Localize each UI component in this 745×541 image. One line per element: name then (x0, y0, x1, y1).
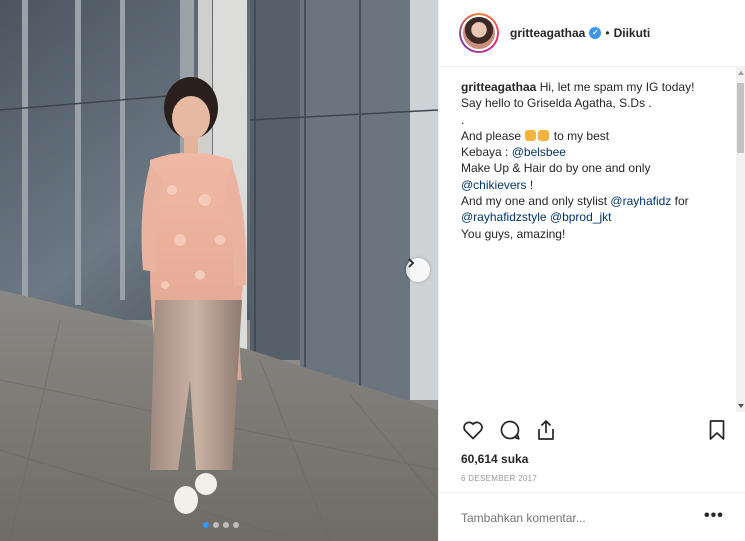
like-count[interactable]: 60,614 suka (461, 452, 528, 466)
caption-line: for (674, 194, 689, 209)
caption-line: And please (461, 128, 522, 143)
post-header: gritteagathaa ✓ • Diikuti (439, 0, 745, 67)
heart-icon (463, 421, 483, 440)
scrollbar-thumb[interactable] (737, 83, 744, 153)
verified-badge-icon: ✓ (589, 27, 602, 39)
share-button[interactable] (534, 418, 558, 447)
share-icon (538, 420, 554, 440)
post-date[interactable]: 6 DESEMBER 2017 (461, 474, 537, 483)
comment-button[interactable] (498, 418, 522, 447)
like-button[interactable] (461, 418, 485, 447)
comment-bar: ••• (439, 492, 745, 541)
caption-line: . (461, 112, 465, 127)
caption-username[interactable]: gritteagathaa (461, 80, 536, 94)
comments-scrollbar[interactable] (736, 67, 745, 412)
header-separator: • (605, 26, 610, 40)
follow-button[interactable]: Diikuti (614, 26, 651, 40)
caption-line: Kebaya : (461, 145, 509, 160)
photo-illustration (0, 0, 438, 541)
bookmark-icon (709, 420, 725, 440)
chevron-right-icon (408, 258, 415, 268)
carousel-dot (213, 522, 219, 528)
carousel-indicator (203, 522, 239, 528)
mention-link[interactable]: @rayhafidzstyle (461, 210, 547, 224)
caption-line: Make Up & Hair do by one and only (461, 161, 651, 176)
post-caption: gritteagathaa Hi, let me spam my IG toda… (461, 79, 736, 242)
carousel-dot (233, 522, 239, 528)
comment-icon (500, 420, 520, 440)
mention-link[interactable]: @belsbee (512, 145, 566, 159)
caption-line: You guys, amazing! (461, 226, 566, 241)
comment-input[interactable] (461, 511, 681, 525)
more-options-button[interactable]: ••• (704, 507, 724, 525)
caption-line: Say hello to Griselda Agatha, S.Ds . (461, 96, 652, 111)
save-button[interactable] (705, 418, 729, 447)
avatar[interactable] (459, 13, 499, 53)
post-side-panel: gritteagathaa ✓ • Diikuti gritteagathaa … (438, 0, 745, 541)
caption-line: And my one and only stylist (461, 194, 608, 209)
caption-line: to my best (553, 128, 610, 143)
mention-link[interactable]: @chikievers (461, 178, 527, 192)
username-link[interactable]: gritteagathaa (510, 26, 585, 40)
scroll-down-arrow-icon[interactable] (738, 404, 744, 408)
scroll-up-arrow-icon[interactable] (738, 71, 744, 75)
mention-link[interactable]: @bprod_jkt (550, 210, 612, 224)
mention-link[interactable]: @rayhafidz (610, 194, 671, 208)
carousel-dot (223, 522, 229, 528)
carousel-dot (203, 522, 209, 528)
clapping-hands-emoji-icon (538, 129, 550, 141)
post-actions (461, 418, 725, 446)
clapping-hands-emoji-icon (525, 129, 537, 141)
carousel-next-button[interactable] (406, 258, 430, 282)
caption-line: Hi, let me spam my IG today! (539, 80, 695, 94)
post-photo (0, 0, 438, 541)
caption-line: ! (529, 177, 534, 192)
